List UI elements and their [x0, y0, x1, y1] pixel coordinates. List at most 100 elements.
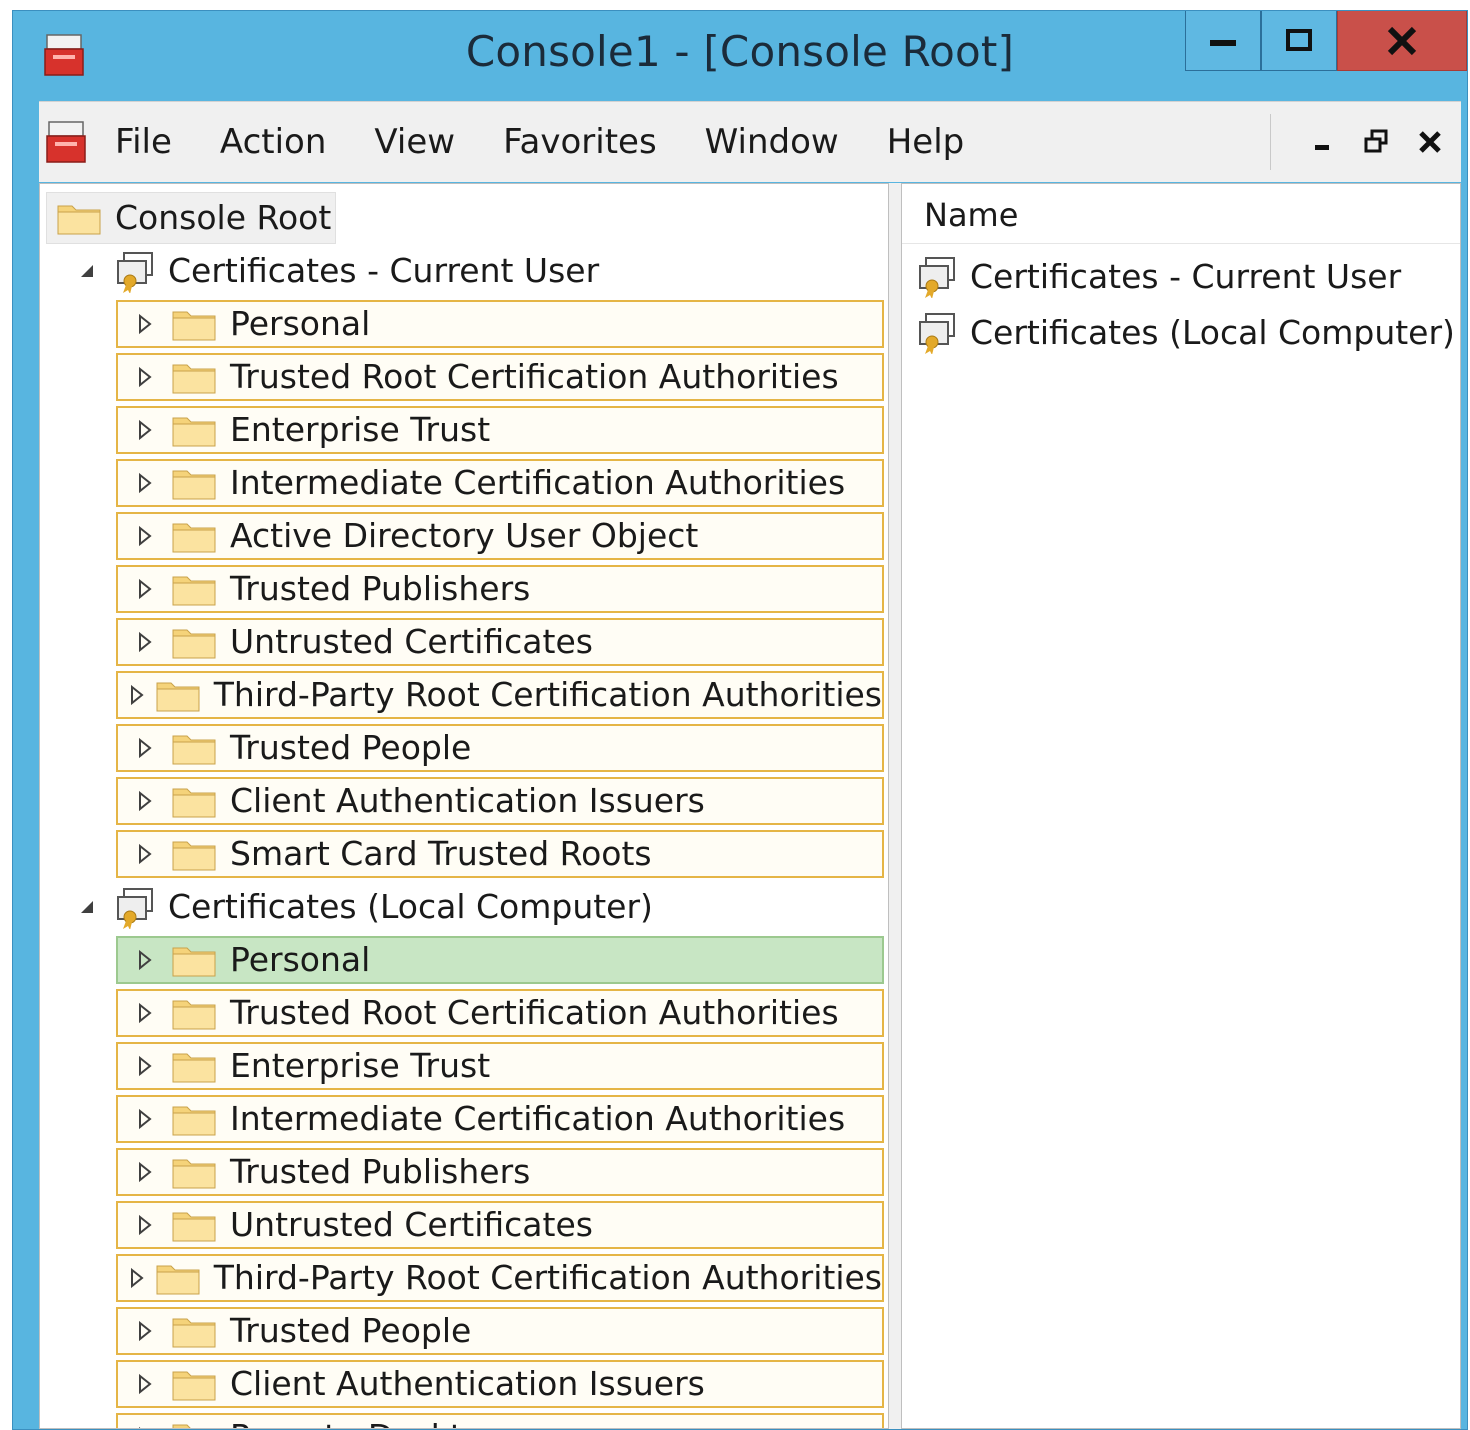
expand-arrow-icon[interactable] — [118, 1161, 172, 1183]
expand-arrow-icon[interactable] — [118, 366, 172, 388]
tree-item-store[interactable]: Personal — [116, 936, 884, 984]
menu-view[interactable]: View — [374, 112, 455, 172]
console-icon[interactable] — [45, 116, 89, 166]
tree-item-label: Client Authentication Issuers — [230, 1364, 705, 1403]
console-content: Console Root Certificates - Current User… — [39, 183, 1461, 1429]
tree-item-store[interactable]: Intermediate Certification Authorities — [116, 1095, 884, 1143]
tree-item-label: Console Root — [115, 198, 332, 237]
tree-item-label: Remote Desktop — [230, 1415, 504, 1428]
maximize-button[interactable] — [1261, 11, 1337, 71]
tree-item-store[interactable]: Intermediate Certification Authorities — [116, 459, 884, 507]
tree-item-store[interactable]: Personal — [116, 300, 884, 348]
folder-icon — [172, 1314, 216, 1348]
expand-arrow-icon[interactable] — [118, 1373, 172, 1395]
certificate-icon — [114, 249, 158, 294]
expand-arrow-icon[interactable] — [118, 1002, 172, 1024]
folder-icon — [172, 1102, 216, 1136]
menu-bar: File Action View Favorites Window Help — [39, 101, 1461, 182]
tree-item-label: Intermediate Certification Authorities — [230, 463, 846, 502]
folder-icon — [172, 1208, 216, 1242]
folder-icon — [57, 201, 101, 235]
collapse-arrow-icon[interactable] — [60, 898, 114, 916]
tree-item-label: Third-Party Root Certification Authoriti… — [213, 1258, 882, 1297]
tree-item-store[interactable]: Enterprise Trust — [116, 1042, 884, 1090]
tree-item-store[interactable]: Third-Party Root Certification Authoriti… — [116, 671, 884, 719]
collapse-arrow-icon[interactable] — [60, 262, 114, 280]
tree-item-label: Trusted Root Certification Authorities — [230, 993, 839, 1032]
tree-item-store[interactable]: Client Authentication Issuers — [116, 777, 884, 825]
child-close-button[interactable] — [1407, 117, 1453, 167]
tree-item-label: Certificates (Local Computer) — [168, 887, 653, 926]
expand-arrow-icon[interactable] — [118, 790, 172, 812]
certificate-icon — [114, 885, 158, 930]
tree-item-label: Intermediate Certification Authorities — [230, 1099, 846, 1138]
certificate-icon — [916, 254, 960, 299]
expand-arrow-icon[interactable] — [118, 1267, 156, 1289]
expand-arrow-icon[interactable] — [118, 313, 172, 335]
tree-item-store[interactable]: Smart Card Trusted Roots — [116, 830, 884, 878]
menu-window[interactable]: Window — [705, 112, 839, 172]
expand-arrow-icon[interactable] — [118, 419, 172, 441]
results-pane[interactable]: Name Certificates - Current User Certifi… — [901, 183, 1461, 1429]
folder-icon — [172, 413, 216, 447]
tree-item-label: Trusted Publishers — [230, 569, 531, 608]
expand-arrow-icon[interactable] — [118, 1055, 172, 1077]
tree-item-label: Trusted People — [230, 1311, 472, 1350]
tree-item-store[interactable]: Trusted People — [116, 1307, 884, 1355]
expand-arrow-icon[interactable] — [118, 1426, 172, 1428]
restore-icon — [1364, 129, 1388, 153]
tree-item-store[interactable]: Trusted Root Certification Authorities — [116, 353, 884, 401]
list-item-current-user[interactable]: Certificates - Current User — [916, 250, 1401, 302]
expand-arrow-icon[interactable] — [118, 684, 156, 706]
expand-arrow-icon[interactable] — [118, 949, 172, 971]
tree-item-console-root[interactable]: Console Root — [46, 192, 336, 244]
close-button[interactable] — [1337, 11, 1467, 71]
tree-item-label: Enterprise Trust — [230, 410, 491, 449]
child-minimize-button[interactable] — [1299, 117, 1345, 167]
tree-item-store[interactable]: Trusted Publishers — [116, 565, 884, 613]
mmc-window: Console1 - [Console Root] File Action Vi — [12, 10, 1468, 1430]
menu-file[interactable]: File — [115, 112, 172, 172]
title-bar[interactable]: Console1 - [Console Root] — [13, 11, 1467, 101]
menu-favorites[interactable]: Favorites — [503, 112, 657, 172]
tree-item-store[interactable]: Enterprise Trust — [116, 406, 884, 454]
expand-arrow-icon[interactable] — [118, 578, 172, 600]
minimize-icon — [1315, 145, 1329, 150]
expand-arrow-icon[interactable] — [118, 1320, 172, 1342]
tree-item-certificates-group[interactable]: Certificates (Local Computer) — [60, 881, 653, 933]
tree-item-label: Untrusted Certificates — [230, 1205, 593, 1244]
tree-item-certificates-group[interactable]: Certificates - Current User — [60, 245, 599, 297]
folder-icon — [172, 1367, 216, 1401]
tree-item-label: Trusted Publishers — [230, 1152, 531, 1191]
tree-item-store[interactable]: Untrusted Certificates — [116, 618, 884, 666]
expand-arrow-icon[interactable] — [118, 1214, 172, 1236]
console-tree-pane[interactable]: Console Root Certificates - Current User… — [39, 183, 889, 1429]
tree-item-store[interactable]: Trusted Root Certification Authorities — [116, 989, 884, 1037]
tree-item-store[interactable]: Trusted People — [116, 724, 884, 772]
menu-help[interactable]: Help — [887, 112, 965, 172]
tree-item-label: Active Directory User Object — [230, 516, 699, 555]
tree-item-store[interactable]: Client Authentication Issuers — [116, 1360, 884, 1408]
tree-item-label: Smart Card Trusted Roots — [230, 834, 652, 873]
tree-item-store[interactable]: Untrusted Certificates — [116, 1201, 884, 1249]
expand-arrow-icon[interactable] — [118, 1108, 172, 1130]
column-header-name[interactable]: Name — [902, 184, 1460, 244]
tree-item-store[interactable]: Remote Desktop — [116, 1413, 884, 1428]
expand-arrow-icon[interactable] — [118, 843, 172, 865]
folder-icon — [172, 572, 216, 606]
tree-item-store[interactable]: Trusted Publishers — [116, 1148, 884, 1196]
expand-arrow-icon[interactable] — [118, 737, 172, 759]
list-item-label: Certificates (Local Computer) — [970, 312, 1455, 352]
minimize-button[interactable] — [1185, 11, 1261, 71]
child-restore-button[interactable] — [1353, 117, 1399, 167]
expand-arrow-icon[interactable] — [118, 631, 172, 653]
tree-item-store[interactable]: Third-Party Root Certification Authoriti… — [116, 1254, 884, 1302]
menu-action[interactable]: Action — [220, 112, 326, 172]
folder-icon — [172, 837, 216, 871]
expand-arrow-icon[interactable] — [118, 525, 172, 547]
folder-icon — [172, 996, 216, 1030]
tree-item-label: Certificates - Current User — [168, 251, 600, 290]
tree-item-store[interactable]: Active Directory User Object — [116, 512, 884, 560]
expand-arrow-icon[interactable] — [118, 472, 172, 494]
list-item-local-computer[interactable]: Certificates (Local Computer) — [916, 306, 1455, 358]
